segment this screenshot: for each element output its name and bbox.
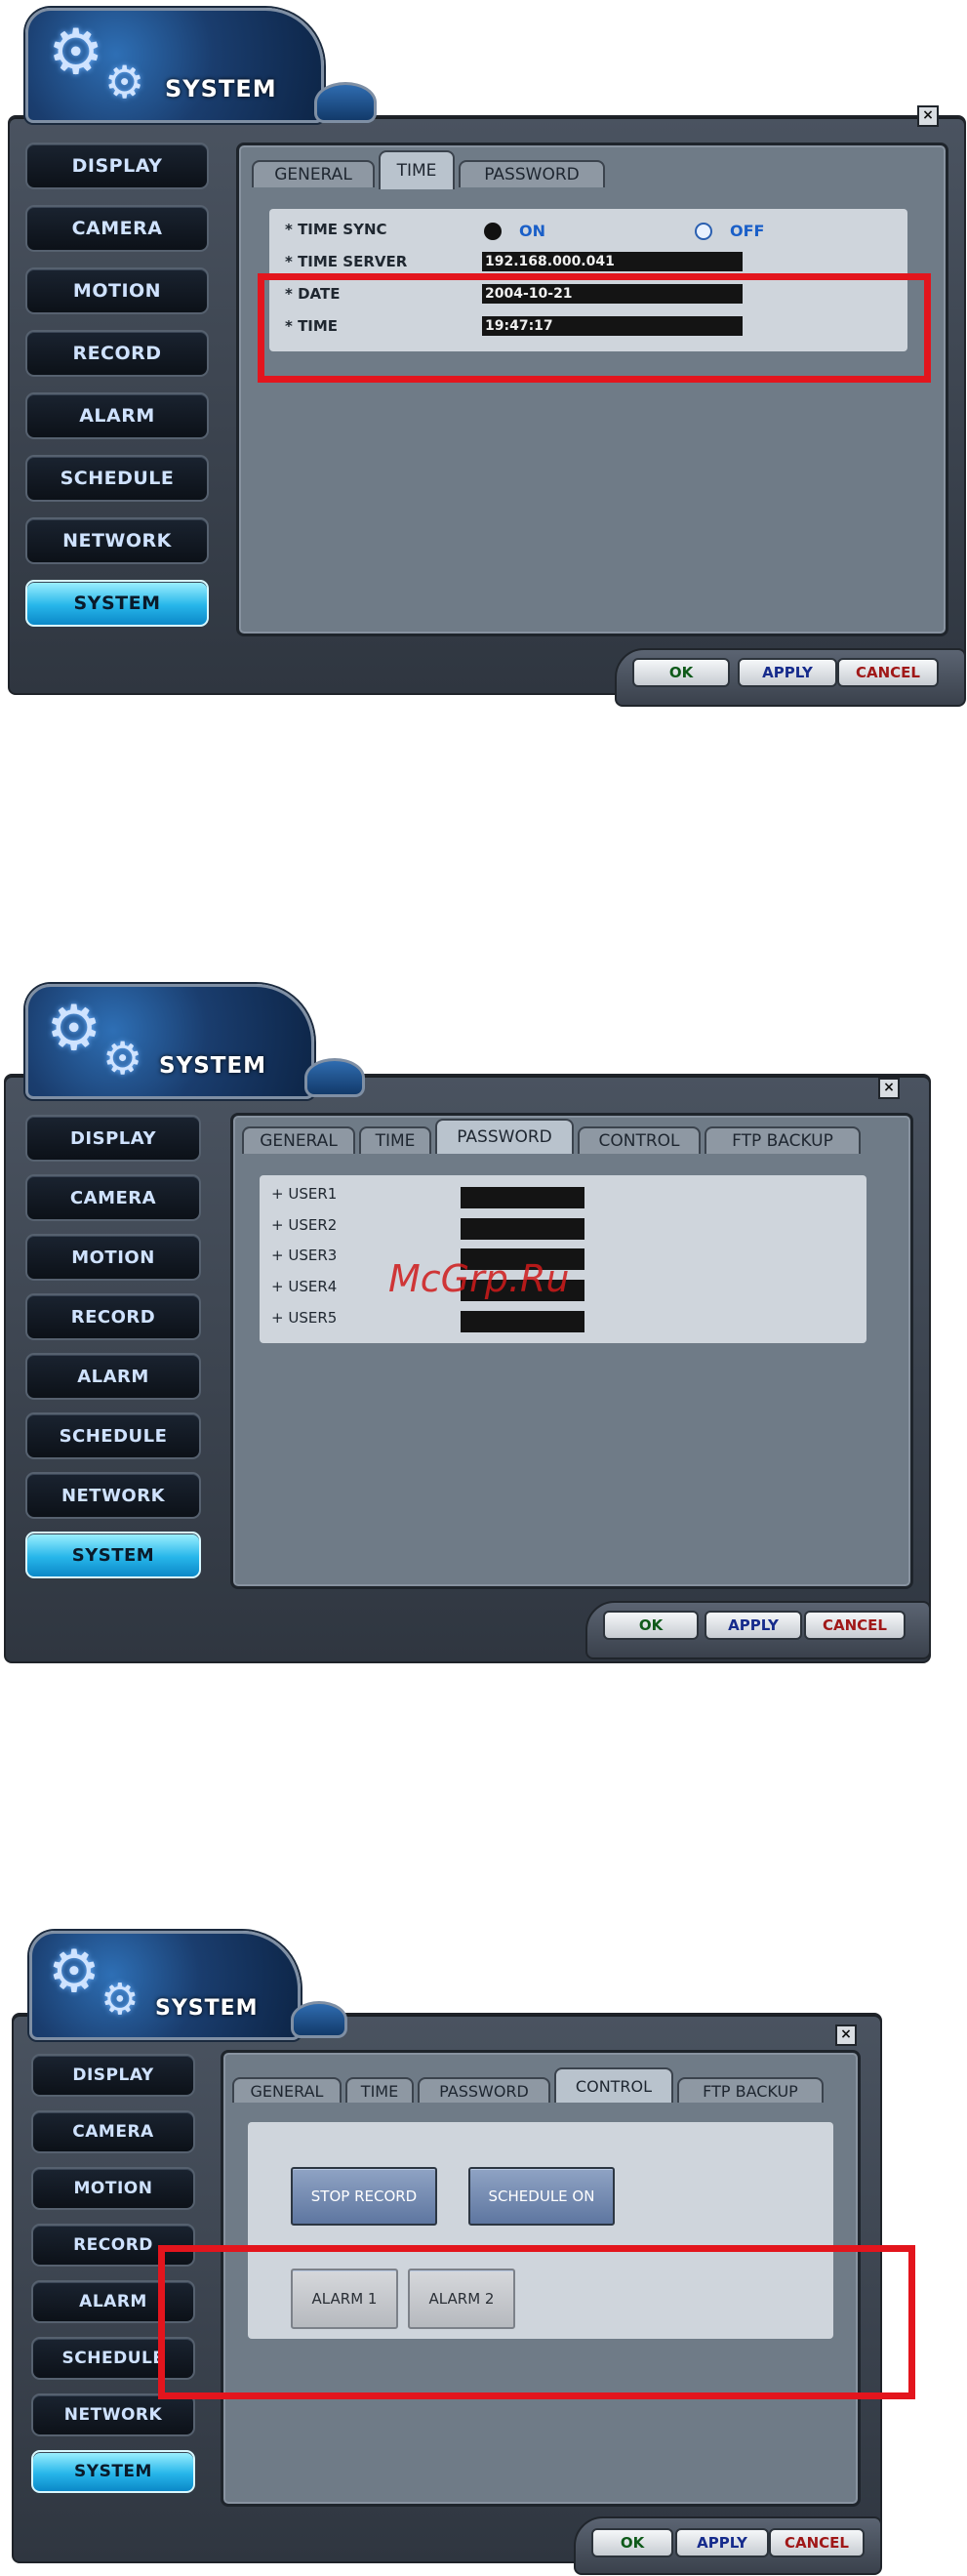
schedule-on-button[interactable]: SCHEDULE ON	[468, 2167, 615, 2226]
gear-small-icon: ⚙	[104, 56, 145, 108]
gear-small-icon: ⚙	[102, 1032, 143, 1084]
highlight-box-date-time	[258, 273, 931, 383]
apply-button[interactable]: APPLY	[738, 658, 837, 687]
user4-label: + USER4	[271, 1278, 338, 1295]
ok-button[interactable]: OK	[603, 1611, 699, 1640]
gears-icon: ⚙	[46, 993, 102, 1065]
user3-label: + USER3	[271, 1247, 338, 1264]
sidebar-item-display[interactable]: DISPLAY	[25, 1115, 201, 1162]
tab-ftp-backup[interactable]: FTP BACKUP	[677, 2077, 824, 2103]
tab-password[interactable]: PASSWORD	[459, 160, 605, 187]
tab-time[interactable]: TIME	[359, 1126, 431, 1154]
time-sync-label: * TIME SYNC	[285, 221, 387, 238]
system-header: ⚙ ⚙ SYSTEM	[29, 1931, 301, 2040]
cancel-button[interactable]: CANCEL	[804, 1611, 906, 1640]
sidebar-item-motion[interactable]: MOTION	[25, 267, 209, 314]
sidebar-item-motion[interactable]: MOTION	[31, 2167, 195, 2210]
user1-label: + USER1	[271, 1185, 338, 1203]
sidebar-item-network[interactable]: NETWORK	[31, 2393, 195, 2436]
system-time-screenshot: ⚙ ⚙ SYSTEM × DISPLAY CAMERA MOTION RECOR…	[0, 0, 967, 713]
sidebar-item-record[interactable]: RECORD	[25, 1293, 201, 1340]
tab-general[interactable]: GENERAL	[252, 160, 375, 187]
sidebar-item-camera[interactable]: CAMERA	[25, 205, 209, 252]
user2-password-field[interactable]	[461, 1218, 584, 1240]
close-icon[interactable]: ×	[835, 2024, 857, 2046]
apply-button[interactable]: APPLY	[705, 1611, 802, 1640]
sidebar-item-alarm[interactable]: ALARM	[25, 392, 209, 439]
system-header: ⚙ ⚙ SYSTEM	[25, 984, 314, 1099]
header-notch	[314, 82, 377, 123]
user5-label: + USER5	[271, 1309, 338, 1327]
sidebar-item-system[interactable]: SYSTEM	[25, 580, 209, 627]
gears-icon: ⚙	[48, 17, 104, 89]
close-icon[interactable]: ×	[917, 105, 939, 127]
tab-general[interactable]: GENERAL	[232, 2077, 342, 2103]
cancel-button[interactable]: CANCEL	[837, 658, 939, 687]
header-notch	[304, 1058, 365, 1097]
stop-record-button[interactable]: STOP RECORD	[291, 2167, 437, 2226]
system-header: ⚙ ⚙ SYSTEM	[25, 8, 324, 123]
sidebar-item-camera[interactable]: CAMERA	[31, 2110, 195, 2153]
sidebar-item-system[interactable]: SYSTEM	[31, 2450, 195, 2493]
radio-on-label: ON	[519, 222, 545, 240]
tab-password[interactable]: PASSWORD	[435, 1119, 574, 1154]
tab-password[interactable]: PASSWORD	[418, 2077, 550, 2103]
gear-small-icon: ⚙	[101, 1975, 140, 2024]
header-title: SYSTEM	[165, 75, 277, 102]
apply-button[interactable]: APPLY	[675, 2528, 769, 2557]
tab-control[interactable]: CONTROL	[578, 1126, 701, 1154]
header-title: SYSTEM	[155, 1996, 259, 2021]
tab-time[interactable]: TIME	[379, 150, 455, 189]
header-title: SYSTEM	[159, 1053, 267, 1079]
watermark-text: McGrp.Ru	[388, 1257, 570, 1300]
sidebar-item-system[interactable]: SYSTEM	[25, 1532, 201, 1578]
radio-on[interactable]	[484, 223, 502, 240]
tab-ftp-backup[interactable]: FTP BACKUP	[705, 1126, 861, 1154]
cancel-button[interactable]: CANCEL	[769, 2528, 865, 2557]
sidebar-item-display[interactable]: DISPLAY	[25, 143, 209, 189]
sidebar-item-schedule[interactable]: SCHEDULE	[25, 455, 209, 502]
sidebar-item-display[interactable]: DISPLAY	[31, 2054, 195, 2097]
sidebar-item-network[interactable]: NETWORK	[25, 517, 209, 564]
sidebar-item-record[interactable]: RECORD	[25, 330, 209, 377]
user1-password-field[interactable]	[461, 1187, 584, 1208]
sidebar-item-network[interactable]: NETWORK	[25, 1472, 201, 1519]
sidebar-item-motion[interactable]: MOTION	[25, 1234, 201, 1281]
tab-general[interactable]: GENERAL	[242, 1126, 355, 1154]
sidebar-item-alarm[interactable]: ALARM	[25, 1353, 201, 1400]
header-notch	[291, 2001, 347, 2038]
time-server-label: * TIME SERVER	[285, 253, 408, 270]
gears-icon: ⚙	[48, 1938, 101, 2006]
time-server-field[interactable]: 192.168.000.041	[482, 252, 743, 271]
user2-label: + USER2	[271, 1216, 338, 1234]
highlight-box-alarms	[158, 2245, 915, 2399]
radio-off-label: OFF	[730, 222, 765, 240]
system-control-screenshot: ⚙ ⚙ SYSTEM × DISPLAY CAMERA MOTION RECOR…	[0, 1923, 967, 2576]
user5-password-field[interactable]	[461, 1311, 584, 1332]
sidebar-item-schedule[interactable]: SCHEDULE	[25, 1412, 201, 1459]
tab-time[interactable]: TIME	[345, 2077, 414, 2103]
sidebar-item-camera[interactable]: CAMERA	[25, 1174, 201, 1221]
ok-button[interactable]: OK	[591, 2528, 673, 2557]
tab-control[interactable]: CONTROL	[554, 2067, 673, 2103]
radio-off[interactable]	[695, 223, 712, 240]
system-password-screenshot: ⚙ ⚙ SYSTEM × DISPLAY CAMERA MOTION RECOR…	[0, 976, 967, 1679]
close-icon[interactable]: ×	[878, 1078, 900, 1099]
ok-button[interactable]: OK	[632, 658, 730, 687]
